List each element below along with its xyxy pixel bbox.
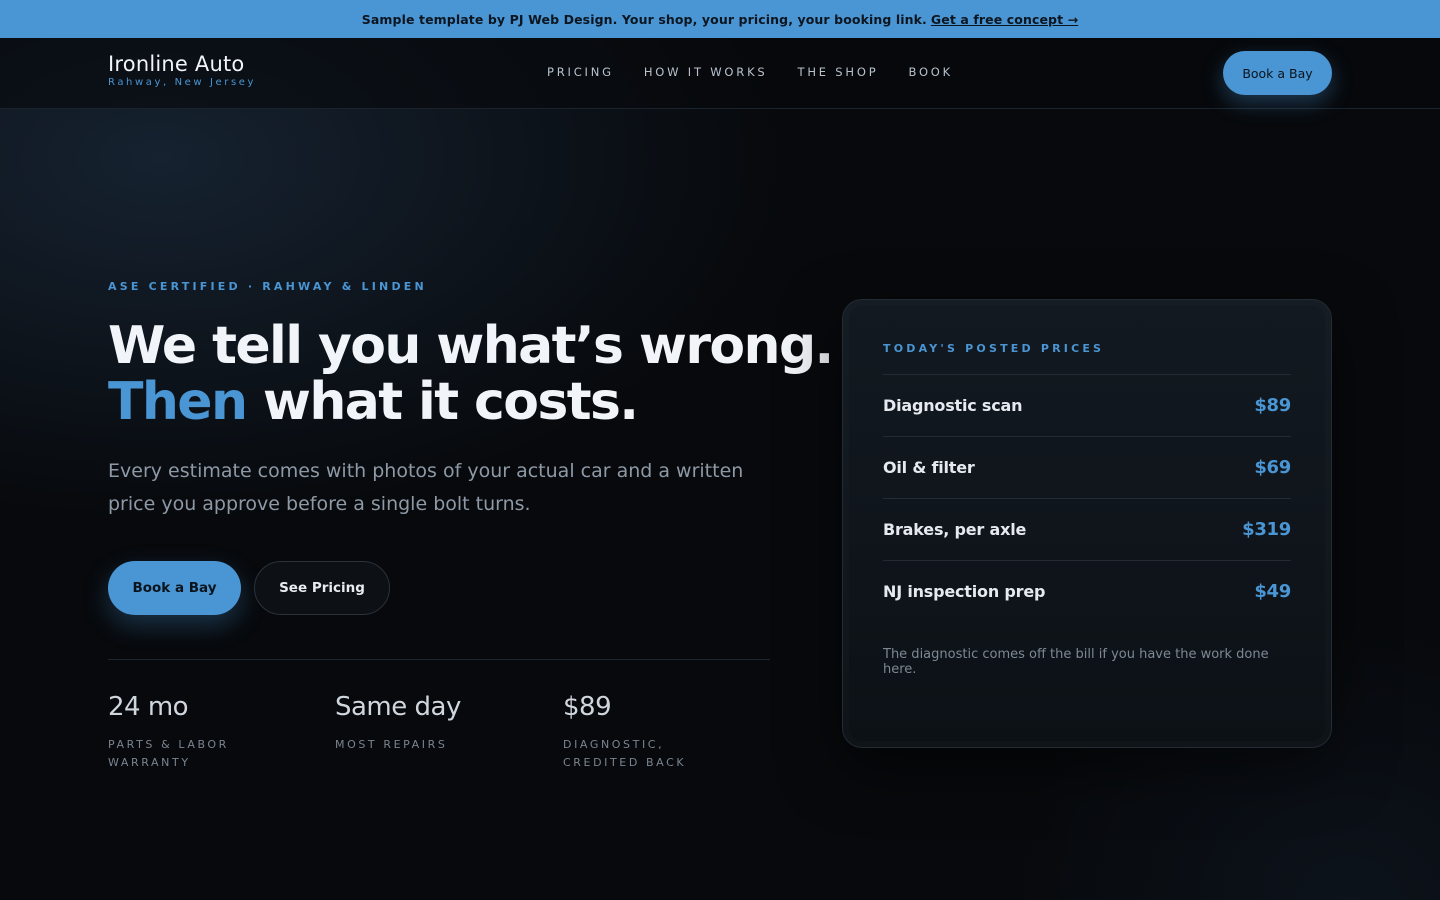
stat-label: MOST REPAIRS (335, 738, 448, 751)
price-row: Diagnostic scan $89 (883, 374, 1291, 436)
price-item-name: Diagnostic scan (883, 396, 1023, 415)
nav-link-book[interactable]: BOOK (908, 65, 953, 79)
site-header: Ironline Auto Rahway, New Jersey PRICING… (0, 38, 1440, 109)
price-card-title: TODAY'S POSTED PRICES (883, 342, 1105, 355)
stat-diagnostic: $89 DIAGNOSTIC, CREDITED BACK (563, 692, 743, 772)
price-item-amount: $69 (1254, 457, 1291, 478)
stat-value: Same day (335, 692, 461, 722)
nav-link-pricing[interactable]: PRICING (547, 65, 614, 79)
main-nav: PRICING HOW IT WORKS THE SHOP BOOK (547, 65, 983, 79)
book-a-bay-button[interactable]: Book a Bay (108, 561, 241, 615)
header-book-button[interactable]: Book a Bay (1223, 51, 1332, 95)
headline-accent: Then (108, 372, 248, 432)
price-item-name: NJ inspection prep (883, 582, 1046, 601)
price-row: Oil & filter $69 (883, 436, 1291, 498)
stat-value: $89 (563, 692, 612, 722)
nav-link-the-shop[interactable]: THE SHOP (798, 65, 879, 79)
stat-value: 24 mo (108, 692, 189, 722)
brand[interactable]: Ironline Auto Rahway, New Jersey (108, 52, 256, 88)
stat-label: PARTS & LABOR WARRANTY (108, 738, 229, 769)
stat-warranty: 24 mo PARTS & LABOR WARRANTY (108, 692, 308, 772)
brand-location: Rahway, New Jersey (108, 77, 257, 88)
price-row: Brakes, per axle $319 (883, 498, 1291, 560)
hero-eyebrow: ASE CERTIFIED · RAHWAY & LINDEN (108, 280, 427, 293)
hero-lede: Every estimate comes with photos of your… (108, 460, 744, 515)
price-item-name: Brakes, per axle (883, 520, 1027, 539)
price-item-amount: $319 (1242, 519, 1291, 540)
price-item-amount: $49 (1254, 581, 1291, 602)
hero-headline: We tell you what’s wrong. Then what it co… (108, 316, 834, 432)
brand-name: Ironline Auto (108, 52, 245, 76)
price-card-note: The diagnostic comes off the bill if you… (883, 647, 1269, 677)
price-item-amount: $89 (1254, 395, 1291, 416)
headline-line-2: what it costs. (246, 372, 639, 432)
nav-link-how-it-works[interactable]: HOW IT WORKS (644, 65, 768, 79)
hero-divider (108, 659, 770, 660)
stat-turnaround: Same day MOST REPAIRS (335, 692, 535, 754)
see-pricing-button[interactable]: See Pricing (254, 561, 390, 615)
price-card: TODAY'S POSTED PRICES Diagnostic scan $8… (842, 299, 1332, 748)
stat-label: DIAGNOSTIC, CREDITED BACK (563, 738, 687, 769)
promo-text: Sample template by PJ Web Design. Your s… (361, 11, 927, 27)
promo-link[interactable]: Get a free concept → (931, 12, 1078, 27)
headline-line-1: We tell you what’s wrong. (108, 316, 834, 376)
promo-banner: Sample template by PJ Web Design. Your s… (0, 0, 1440, 38)
price-row: NJ inspection prep $49 (883, 560, 1291, 622)
price-item-name: Oil & filter (883, 458, 975, 477)
price-list: Diagnostic scan $89 Oil & filter $69 Bra… (883, 374, 1291, 622)
